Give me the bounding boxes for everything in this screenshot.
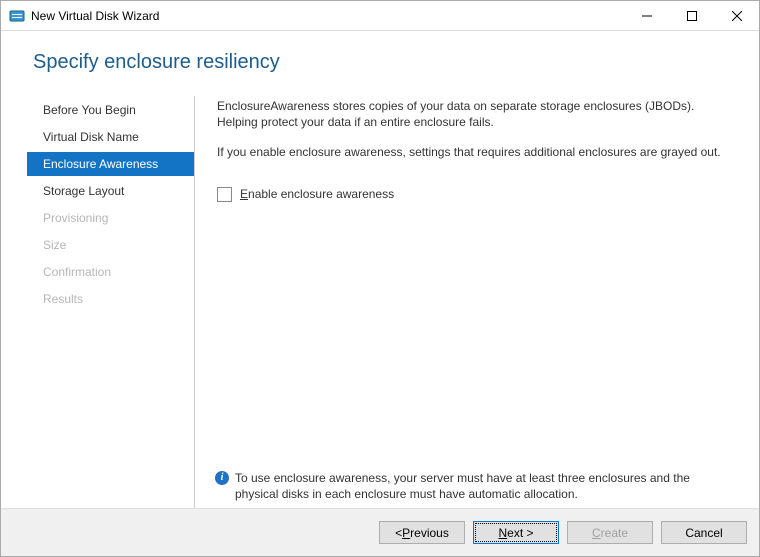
wizard-button-bar: < Previous Next > Create Cancel <box>1 508 759 556</box>
step-size: Size <box>33 233 194 257</box>
enable-enclosure-row: Enable enclosure awareness <box>217 187 734 202</box>
step-virtual-disk-name[interactable]: Virtual Disk Name <box>33 125 194 149</box>
step-provisioning: Provisioning <box>33 206 194 230</box>
wizard-content: EnclosureAwareness stores copies of your… <box>195 96 744 508</box>
close-button[interactable] <box>714 1 759 31</box>
maximize-button[interactable] <box>669 1 714 31</box>
wizard-body: Before You Begin Virtual Disk Name Enclo… <box>1 74 759 508</box>
page-title: Specify enclosure resiliency <box>33 51 744 74</box>
enable-enclosure-label[interactable]: Enable enclosure awareness <box>240 187 394 201</box>
wizard-steps: Before You Begin Virtual Disk Name Enclo… <box>33 96 195 508</box>
window-title: New Virtual Disk Wizard <box>31 9 159 23</box>
enable-enclosure-checkbox[interactable] <box>217 187 232 202</box>
titlebar: New Virtual Disk Wizard <box>1 1 759 31</box>
step-confirmation: Confirmation <box>33 260 194 284</box>
step-before-you-begin[interactable]: Before You Begin <box>33 98 194 122</box>
create-button: Create <box>567 521 653 544</box>
info-note: i To use enclosure awareness, your serve… <box>215 470 734 502</box>
step-results: Results <box>33 287 194 311</box>
description-2: If you enable enclosure awareness, setti… <box>217 144 734 160</box>
previous-button[interactable]: < Previous <box>379 521 465 544</box>
info-note-text: To use enclosure awareness, your server … <box>235 470 734 502</box>
cancel-button[interactable]: Cancel <box>661 521 747 544</box>
minimize-button[interactable] <box>624 1 669 31</box>
page-header: Specify enclosure resiliency <box>1 31 759 74</box>
next-button[interactable]: Next > <box>473 521 559 544</box>
step-storage-layout[interactable]: Storage Layout <box>33 179 194 203</box>
app-icon <box>9 8 25 24</box>
step-enclosure-awareness[interactable]: Enclosure Awareness <box>27 152 194 176</box>
info-icon: i <box>215 471 229 485</box>
description-1: EnclosureAwareness stores copies of your… <box>217 98 734 130</box>
